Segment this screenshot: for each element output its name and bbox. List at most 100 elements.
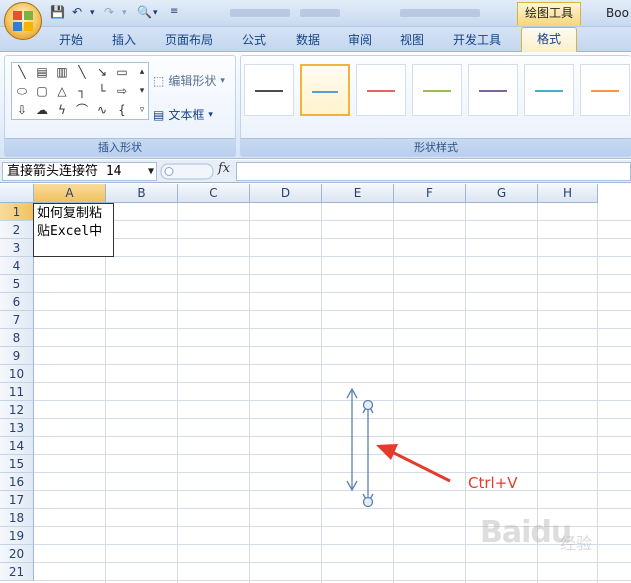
row-header[interactable]: 1 [0, 203, 34, 221]
shape-style-swatch[interactable] [356, 64, 406, 116]
text-box-line-2: 贴Excel中 [37, 224, 103, 239]
row-header[interactable]: 20 [0, 545, 34, 563]
brace-icon[interactable]: { [114, 102, 130, 118]
row-header[interactable]: 4 [0, 257, 34, 275]
group-shape-styles: 形状样式 [240, 55, 631, 157]
row-header[interactable]: 13 [0, 419, 34, 437]
elbow-connector-icon[interactable]: ┐ [74, 83, 90, 99]
vertical-textbox-icon[interactable]: ▥ [54, 64, 70, 80]
line-icon[interactable]: ╲ [74, 64, 90, 80]
name-box-dropdown-icon[interactable]: ▼ [148, 163, 154, 180]
shape-style-swatch[interactable] [580, 64, 630, 116]
edit-shape-label: 编辑形状 [168, 74, 217, 88]
shape-style-swatch[interactable] [412, 64, 462, 116]
customize-toolbar-icon[interactable]: ≡ [170, 6, 178, 23]
tab-6[interactable]: 视图 [400, 31, 424, 48]
tab-0[interactable]: 开始 [59, 31, 83, 48]
undo-dropdown-icon[interactable]: ▾ [90, 8, 95, 25]
row-header[interactable]: 8 [0, 329, 34, 347]
column-header-g[interactable]: G [466, 184, 538, 203]
preview-dropdown-icon[interactable]: ▾ [153, 8, 158, 25]
office-button[interactable] [4, 2, 42, 40]
row-header[interactable]: 3 [0, 239, 34, 257]
column-header-c[interactable]: C [178, 184, 250, 203]
down-arrow-icon[interactable]: ⇩ [14, 102, 30, 118]
tab-7[interactable]: 开发工具 [453, 31, 501, 48]
shape-style-swatch[interactable] [300, 64, 350, 116]
oval-icon[interactable]: ⬭ [14, 83, 30, 99]
rectangle-icon[interactable]: ▭ [114, 64, 130, 80]
text-box-shape[interactable]: 如何复制粘 贴Excel中 [33, 203, 114, 257]
row-header[interactable]: 21 [0, 563, 34, 581]
watermark: Baidu [480, 515, 572, 550]
gallery-scroll-up-icon[interactable]: ▴ [134, 64, 150, 80]
column-header-f[interactable]: F [394, 184, 466, 203]
shape-style-swatch[interactable] [524, 64, 574, 116]
row-gridline [34, 580, 631, 581]
column-header-b[interactable]: B [106, 184, 178, 203]
column-header-h[interactable]: H [538, 184, 598, 203]
row-gridline [34, 436, 631, 437]
name-box[interactable]: 直接箭头连接符 14 ▼ [2, 162, 157, 181]
arrow-line-icon[interactable]: ↘ [94, 64, 110, 80]
column-header-e[interactable]: E [322, 184, 394, 203]
gallery-more-icon[interactable]: ▿ [134, 102, 150, 118]
row-header[interactable]: 12 [0, 401, 34, 419]
row-header[interactable]: 16 [0, 473, 34, 491]
gallery-scroll-down-icon[interactable]: ▾ [134, 83, 150, 99]
edit-shape-button[interactable]: ⬚ 编辑形状 ▾ [153, 72, 225, 89]
title-bar: 💾 ↶ ▾ ↷ ▾ 🔍 ▾ ≡ 绘图工具 Boo [0, 0, 631, 27]
fx-icon[interactable]: fx [218, 161, 230, 176]
redo-icon[interactable]: ↷ [104, 5, 114, 22]
edit-shape-dropdown-icon: ▾ [220, 75, 225, 86]
swatch-line [535, 90, 563, 92]
row-header[interactable]: 10 [0, 365, 34, 383]
row-header[interactable]: 18 [0, 509, 34, 527]
row-header[interactable]: 14 [0, 437, 34, 455]
tab-5[interactable]: 审阅 [348, 31, 372, 48]
rounded-rect-icon[interactable]: ▢ [34, 83, 50, 99]
formula-expand-icon[interactable] [160, 162, 216, 181]
elbow-arrow-icon[interactable]: └ [94, 83, 110, 99]
tab-format[interactable]: 格式 [521, 27, 577, 52]
column-header-a[interactable]: A [34, 184, 106, 203]
column-header-d[interactable]: D [250, 184, 322, 203]
text-box-button[interactable]: ▤ 文本框 ▾ [153, 106, 213, 123]
row-header[interactable]: 7 [0, 311, 34, 329]
textbox-shape-icon[interactable]: ▤ [34, 64, 50, 80]
curve-icon[interactable]: ∿ [94, 102, 110, 118]
tab-4[interactable]: 数据 [296, 31, 320, 48]
row-header[interactable]: 5 [0, 275, 34, 293]
redo-dropdown-icon[interactable]: ▾ [122, 8, 127, 25]
blurred-title-3 [400, 9, 480, 17]
shape-gallery[interactable]: ╲ ▤ ▥ ╲ ↘ ▭ ⬭ ▢ △ ┐ └ ⇨ ⇩ ☁ ϟ ⌒ ∿ { ▴ ▾ … [11, 62, 149, 120]
line-diagonal-icon[interactable]: ╲ [14, 64, 30, 80]
tab-2[interactable]: 页面布局 [165, 31, 213, 48]
row-header[interactable]: 6 [0, 293, 34, 311]
row-header[interactable]: 11 [0, 383, 34, 401]
row-header[interactable]: 19 [0, 527, 34, 545]
triangle-icon[interactable]: △ [54, 83, 70, 99]
shape-style-swatch[interactable] [244, 64, 294, 116]
row-gridline [34, 346, 631, 347]
drawing-tools-title: 绘图工具 [517, 2, 581, 25]
group-label-insert-shapes: 插入形状 [5, 138, 235, 156]
block-arrow-icon[interactable]: ⇨ [114, 83, 130, 99]
cloud-shape-icon[interactable]: ☁ [34, 102, 50, 118]
save-icon[interactable]: 💾 [50, 5, 65, 22]
row-header[interactable]: 2 [0, 221, 34, 239]
row-header[interactable]: 15 [0, 455, 34, 473]
edit-shape-icon: ⬚ [153, 73, 165, 88]
tab-3[interactable]: 公式 [242, 31, 266, 48]
undo-icon[interactable]: ↶ [72, 5, 82, 22]
swatch-line [255, 90, 283, 92]
arc-icon[interactable]: ⌒ [74, 102, 90, 118]
row-header[interactable]: 9 [0, 347, 34, 365]
lightning-icon[interactable]: ϟ [54, 102, 70, 118]
select-all-corner[interactable] [0, 184, 34, 203]
row-header[interactable]: 17 [0, 491, 34, 509]
tab-1[interactable]: 插入 [112, 31, 136, 48]
shape-style-swatch[interactable] [468, 64, 518, 116]
formula-input[interactable] [236, 162, 631, 181]
print-preview-icon[interactable]: 🔍 [137, 5, 152, 22]
